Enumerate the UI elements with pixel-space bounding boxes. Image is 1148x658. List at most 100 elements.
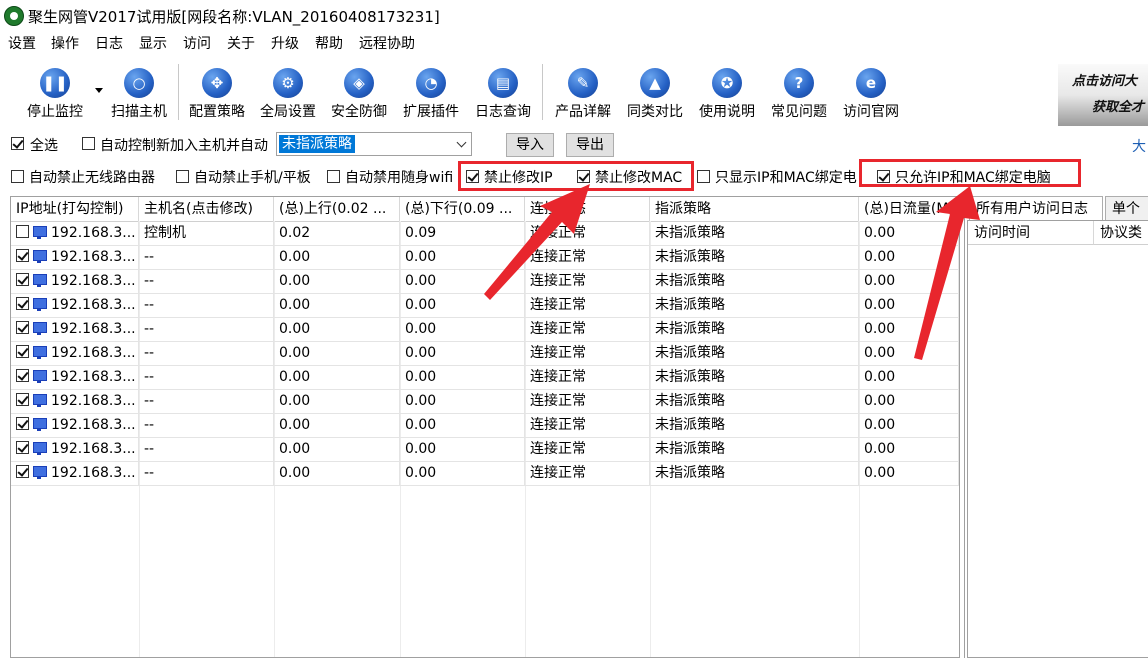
computer-icon [33, 249, 47, 263]
upload-cell: 0.00 [274, 293, 400, 317]
chevron-down-icon [456, 137, 467, 148]
policy-cell: 未指派策略 [650, 317, 859, 341]
menu-remote-assist[interactable]: 远程协助 [359, 33, 415, 53]
import-button[interactable]: 导入 [506, 133, 554, 157]
menu-log[interactable]: 日志 [95, 33, 123, 53]
row-control-checkbox[interactable] [16, 320, 29, 334]
right-hint-text[interactable]: 大 [1132, 136, 1146, 156]
daily-traffic-cell: 0.00 [859, 245, 959, 269]
col-status[interactable]: 连接状态 [525, 197, 650, 221]
hostname-cell[interactable]: -- [139, 389, 274, 413]
security-button[interactable]: ◈ 安全防御 [326, 64, 392, 120]
hostname-cell[interactable]: 控制机 [139, 221, 274, 245]
row-control-checkbox[interactable] [16, 440, 29, 454]
ad-banner[interactable]: 点击访问大 获取全才 [1058, 64, 1148, 126]
table-row[interactable]: 192.168.3... 控制机 0.02 0.09 连接正常 未指派策略 0.00 [11, 221, 959, 246]
row-control-checkbox[interactable] [16, 224, 29, 238]
toolbar: ❚❚ 停止监控 ○ 扫描主机 ✥ 配置策略 ⚙ 全局设置 ◈ 安全防御 ◔ 扩展… [14, 64, 1054, 122]
faq-button[interactable]: ? 常见问题 [766, 64, 832, 120]
ip-cell: 192.168.3... [11, 317, 139, 341]
tab-all-user-logs[interactable]: 所有用户访问日志 [969, 196, 1103, 220]
hostname-cell[interactable]: -- [139, 413, 274, 437]
menu-access[interactable]: 访问 [183, 33, 211, 53]
shield-icon: ◈ [344, 68, 374, 98]
col-protocol[interactable]: 协议类 [1094, 221, 1148, 245]
table-row[interactable]: 192.168.3... -- 0.00 0.00 连接正常 未指派策略 0.00 [11, 365, 959, 390]
hostname-cell[interactable]: -- [139, 365, 274, 389]
hostname-cell[interactable]: -- [139, 245, 274, 269]
pie-chart-icon: ◔ [416, 68, 446, 98]
auto-control-new-checkbox[interactable] [82, 137, 95, 150]
upload-cell: 0.00 [274, 437, 400, 461]
col-access-time[interactable]: 访问时间 [968, 221, 1094, 245]
table-row[interactable]: 192.168.3... -- 0.00 0.00 连接正常 未指派策略 0.00 [11, 461, 959, 486]
graduation-cap-icon: ▲ [640, 68, 670, 98]
col-daily[interactable]: (总)日流量(M) [859, 197, 959, 221]
daily-traffic-cell: 0.00 [859, 437, 959, 461]
select-all-checkbox[interactable] [11, 137, 24, 150]
hostname-cell[interactable]: -- [139, 269, 274, 293]
config-policy-button[interactable]: ✥ 配置策略 [184, 64, 250, 120]
download-cell: 0.00 [400, 413, 525, 437]
policy-cell: 未指派策略 [650, 245, 859, 269]
ip-cell: 192.168.3... [11, 245, 139, 269]
col-hostname[interactable]: 主机名(点击修改) [139, 197, 274, 221]
menu-about[interactable]: 关于 [227, 33, 255, 53]
row-control-checkbox[interactable] [16, 368, 29, 382]
disable-phone-label: 自动禁止手机/平板 [194, 170, 311, 186]
table-row[interactable]: 192.168.3... -- 0.00 0.00 连接正常 未指派策略 0.00 [11, 245, 959, 270]
table-row[interactable]: 192.168.3... -- 0.00 0.00 连接正常 未指派策略 0.00 [11, 437, 959, 462]
hostname-cell[interactable]: -- [139, 341, 274, 365]
disable-router-checkbox[interactable] [11, 170, 24, 183]
stop-monitor-dropdown-icon[interactable] [95, 88, 103, 93]
disable-phone-checkbox[interactable] [176, 170, 189, 183]
status-cell: 连接正常 [525, 221, 650, 245]
row-control-checkbox[interactable] [16, 344, 29, 358]
row-control-checkbox[interactable] [16, 248, 29, 262]
table-row[interactable]: 192.168.3... -- 0.00 0.00 连接正常 未指派策略 0.00 [11, 341, 959, 366]
stop-monitor-button[interactable]: ❚❚ 停止监控 [22, 64, 88, 120]
app-icon [4, 6, 24, 26]
row-control-checkbox[interactable] [16, 416, 29, 430]
disable-wifi-checkbox[interactable] [327, 170, 340, 183]
hostname-cell[interactable]: -- [139, 461, 274, 485]
show-bound-checkbox[interactable] [697, 170, 710, 183]
row-control-checkbox[interactable] [16, 272, 29, 286]
col-upload[interactable]: (总)上行(0.02 ... [274, 197, 400, 221]
col-policy[interactable]: 指派策略 [650, 197, 859, 221]
menu-settings[interactable]: 设置 [8, 33, 36, 53]
table-row[interactable]: 192.168.3... -- 0.00 0.00 连接正常 未指派策略 0.00 [11, 269, 959, 294]
plugins-button[interactable]: ◔ 扩展插件 [398, 64, 464, 120]
website-button[interactable]: e 访问官网 [838, 64, 904, 120]
table-row[interactable]: 192.168.3... -- 0.00 0.00 连接正常 未指派策略 0.00 [11, 389, 959, 414]
product-detail-button[interactable]: ✎ 产品详解 [550, 64, 616, 120]
menu-help[interactable]: 帮助 [315, 33, 343, 53]
menu-operation[interactable]: 操作 [51, 33, 79, 53]
export-button[interactable]: 导出 [566, 133, 614, 157]
row-control-checkbox[interactable] [16, 296, 29, 310]
table-row[interactable]: 192.168.3... -- 0.00 0.00 连接正常 未指派策略 0.00 [11, 317, 959, 342]
table-row[interactable]: 192.168.3... -- 0.00 0.00 连接正常 未指派策略 0.00 [11, 293, 959, 318]
status-cell: 连接正常 [525, 317, 650, 341]
global-settings-button[interactable]: ⚙ 全局设置 [255, 64, 321, 120]
hostname-cell[interactable]: -- [139, 293, 274, 317]
table-row[interactable]: 192.168.3... -- 0.00 0.00 连接正常 未指派策略 0.00 [11, 413, 959, 438]
col-download[interactable]: (总)下行(0.09 ... [400, 197, 525, 221]
policy-select[interactable]: 未指派策略 [276, 132, 472, 156]
hostname-cell[interactable]: -- [139, 317, 274, 341]
status-cell: 连接正常 [525, 269, 650, 293]
scan-host-button[interactable]: ○ 扫描主机 [106, 64, 172, 120]
compare-button[interactable]: ▲ 同类对比 [622, 64, 688, 120]
search-icon: ○ [124, 68, 154, 98]
row-control-checkbox[interactable] [16, 464, 29, 478]
log-query-button[interactable]: ▤ 日志查询 [470, 64, 536, 120]
tab-single-user[interactable]: 单个 [1105, 196, 1148, 220]
policy-cell: 未指派策略 [650, 413, 859, 437]
menu-upgrade[interactable]: 升级 [271, 33, 299, 53]
menu-display[interactable]: 显示 [139, 33, 167, 53]
col-ip[interactable]: IP地址(打勾控制) [11, 197, 139, 221]
policy-cell: 未指派策略 [650, 269, 859, 293]
manual-button[interactable]: ✪ 使用说明 [694, 64, 760, 120]
hostname-cell[interactable]: -- [139, 437, 274, 461]
row-control-checkbox[interactable] [16, 392, 29, 406]
